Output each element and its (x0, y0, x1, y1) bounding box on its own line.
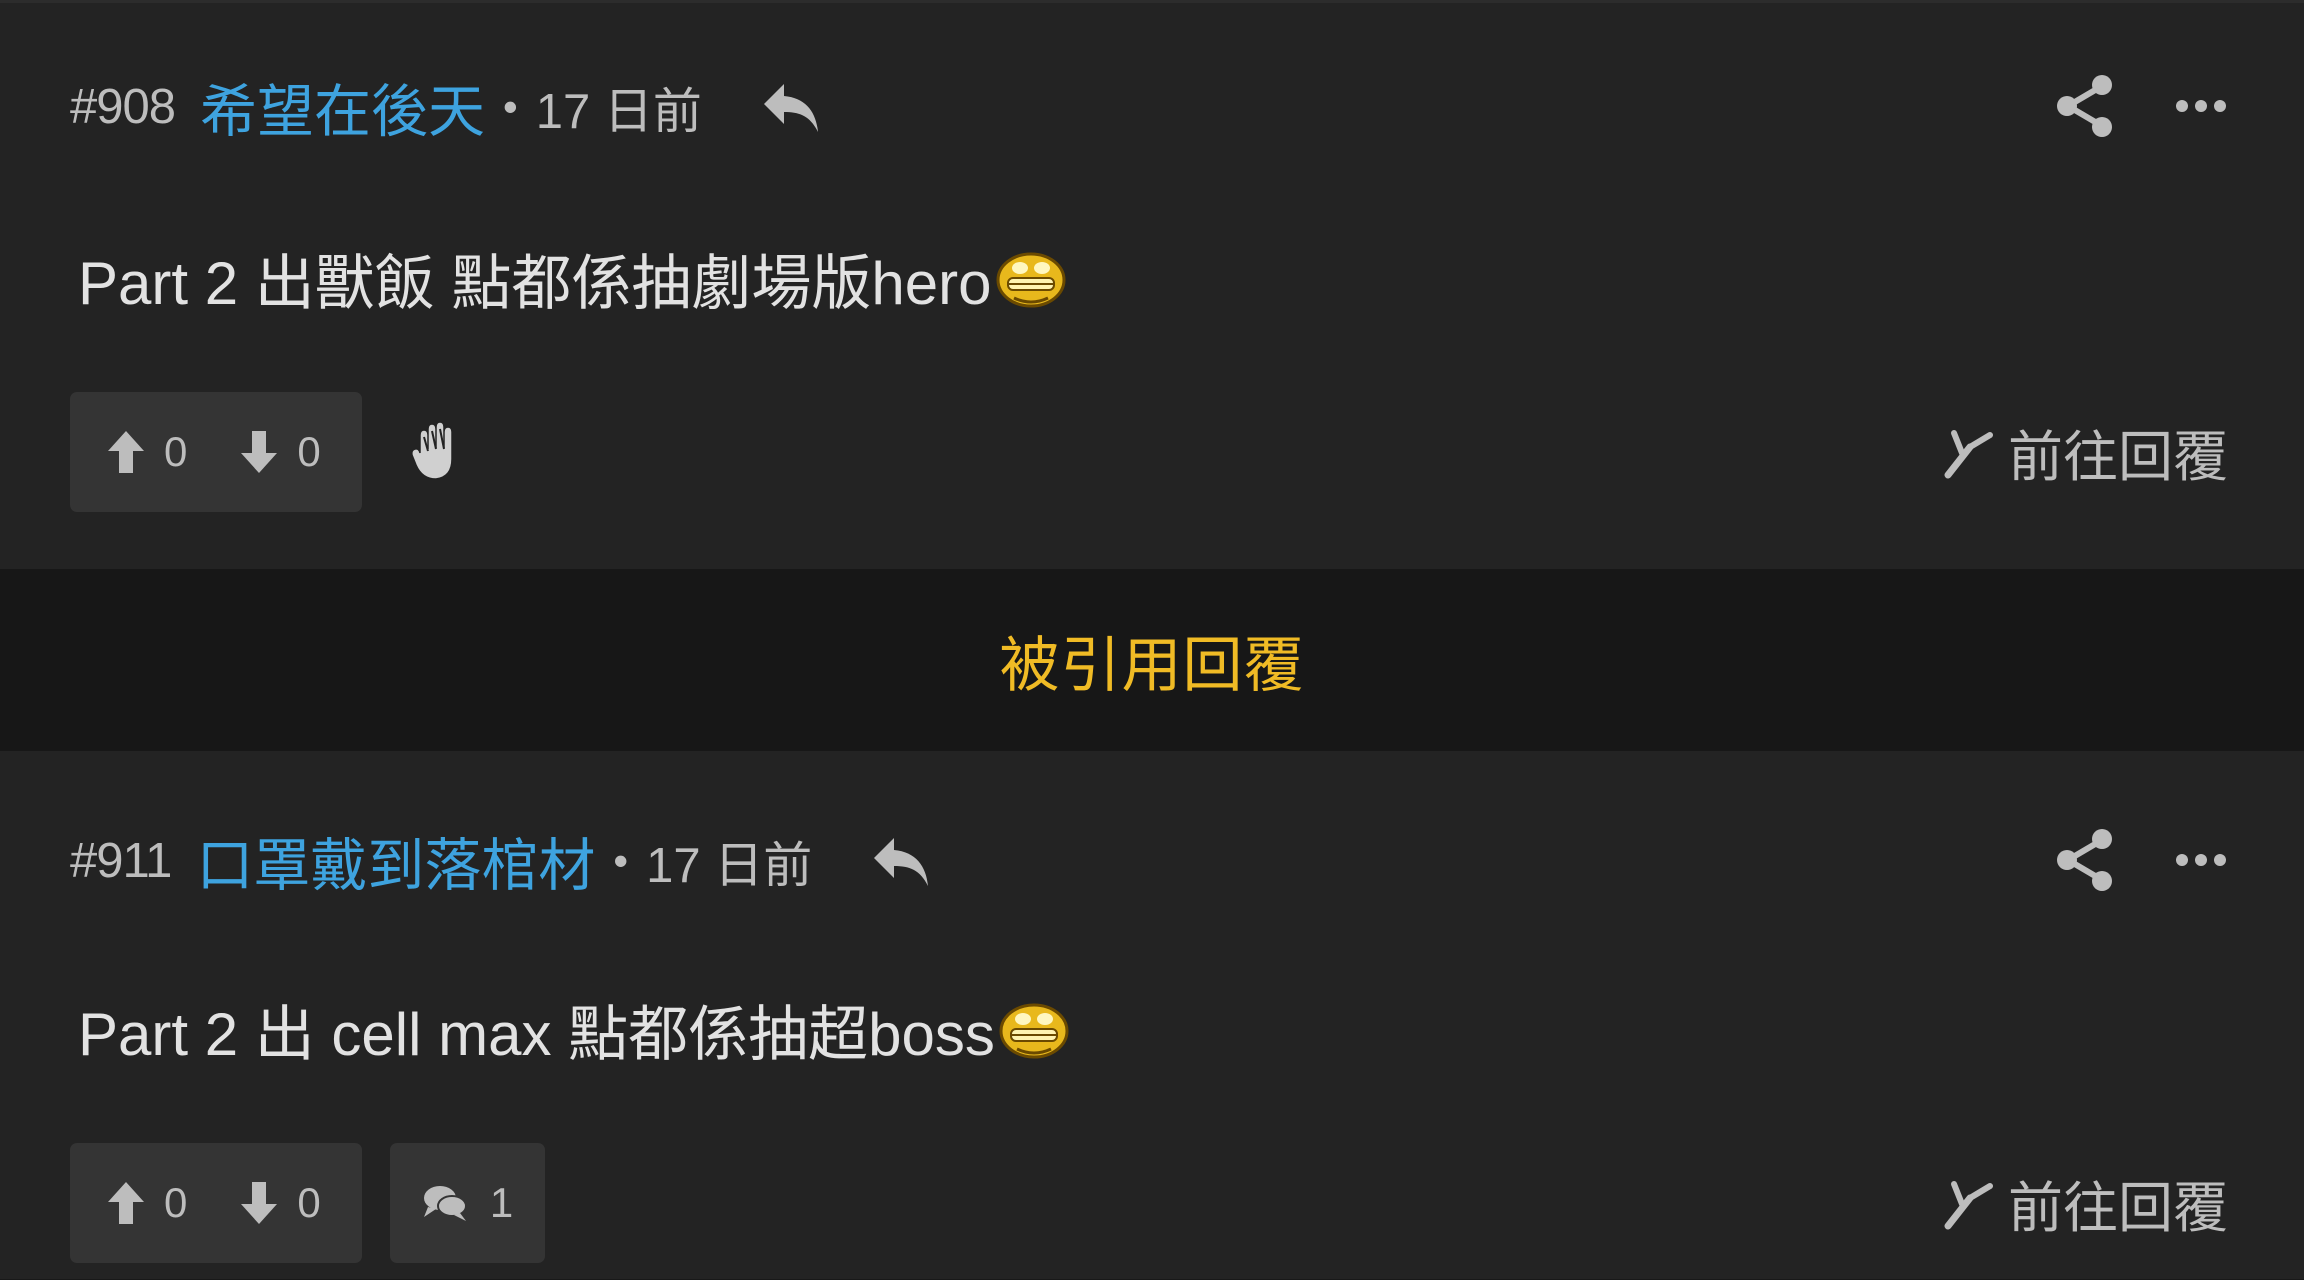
thread: #908 希望在後天 • 17 日前 Part 2 出獸飯 點都係抽劇場版her… (0, 0, 2304, 1280)
username-link[interactable]: 口罩戴到落棺材 (196, 820, 595, 902)
vote-box: 0 0 (70, 392, 362, 512)
post-time: 17 日前 (535, 84, 702, 139)
upvote-button[interactable]: 0 (106, 428, 187, 476)
emoji-icon (994, 244, 1068, 310)
post-text: Part 2 出獸飯 點都係抽劇場版hero (78, 250, 992, 317)
post-actions (2056, 828, 2226, 892)
post-header: #908 希望在後天 • 17 日前 (70, 72, 822, 144)
post-content: Part 2 出 cell max 點都係抽超boss (78, 986, 1071, 1073)
comments-button[interactable]: 1 (390, 1143, 545, 1263)
goto-reply-label: 前往回覆 (2007, 426, 2228, 488)
upvote-icon (106, 1180, 146, 1226)
goto-reply-link[interactable]: 前往回覆 (1940, 412, 2228, 492)
post-actions (2056, 74, 2226, 138)
goto-reply-icon (1940, 1176, 1994, 1230)
goto-reply-label: 前往回覆 (2007, 1177, 2228, 1239)
comment-icon (422, 1183, 468, 1223)
post-number: #908 (70, 80, 176, 134)
post-number: #911 (70, 834, 172, 888)
post-time: 17 日前 (646, 838, 813, 893)
post-911: #911 口罩戴到落棺材 • 17 日前 Part 2 出 cell max 點… (0, 751, 2304, 1279)
post-header: #911 口罩戴到落棺材 • 17 日前 (70, 826, 932, 898)
more-icon[interactable] (2176, 852, 2226, 868)
downvote-icon (239, 1180, 279, 1226)
separator-dot: • (503, 83, 518, 130)
username-link[interactable]: 希望在後天 (200, 66, 485, 148)
reply-icon[interactable] (870, 832, 932, 890)
vote-box: 0 0 (70, 1143, 362, 1263)
downvote-count: 0 (297, 428, 321, 475)
post-footer: 0 0 (70, 392, 466, 512)
share-icon[interactable] (2056, 828, 2114, 892)
downvote-button[interactable]: 0 (239, 428, 321, 476)
quoted-replies-label: 被引用回覆 (999, 631, 1305, 699)
more-icon[interactable] (2176, 98, 2226, 114)
block-hand-icon[interactable] (410, 421, 466, 483)
post-content: Part 2 出獸飯 點都係抽劇場版hero (78, 235, 1068, 322)
post-text: Part 2 出 cell max 點都係抽超boss (78, 1001, 995, 1068)
downvote-count: 0 (297, 1179, 321, 1226)
post-908: #908 希望在後天 • 17 日前 Part 2 出獸飯 點都係抽劇場版her… (0, 0, 2304, 569)
comment-count: 1 (489, 1179, 514, 1226)
downvote-icon (239, 429, 279, 475)
goto-reply-icon (1940, 425, 1994, 479)
post-footer: 0 0 (70, 1143, 545, 1263)
upvote-button[interactable]: 0 (106, 1179, 187, 1227)
upvote-count: 0 (164, 428, 188, 475)
share-icon[interactable] (2056, 74, 2114, 138)
upvote-count: 0 (164, 1179, 188, 1226)
post-divider (0, 0, 2304, 3)
downvote-button[interactable]: 0 (239, 1179, 321, 1227)
reply-icon[interactable] (760, 78, 822, 136)
emoji-icon (997, 995, 1071, 1061)
upvote-icon (106, 429, 146, 475)
separator-dot: • (613, 837, 629, 884)
quoted-replies-banner[interactable]: 被引用回覆 (0, 569, 2304, 751)
goto-reply-link[interactable]: 前往回覆 (1940, 1163, 2228, 1243)
